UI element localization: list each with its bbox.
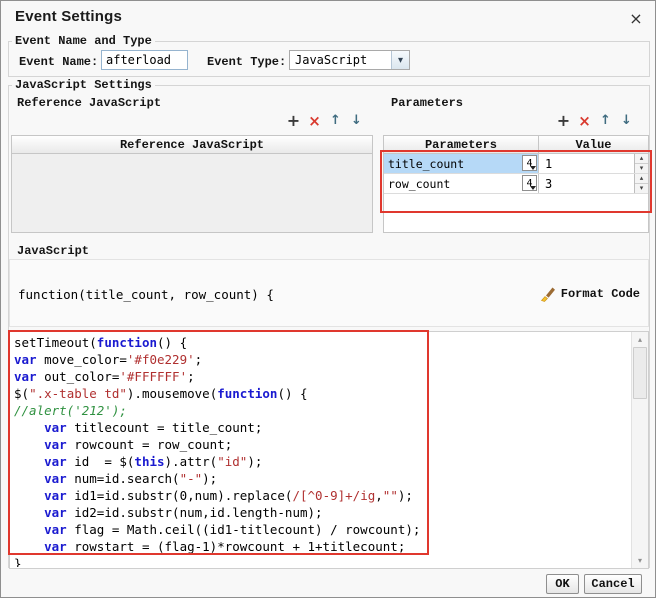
- parameters-table-body: title_count 4 1 ▴ ▾ row_count 4 3 ▴ ▾: [384, 154, 648, 194]
- parameters-column-header: Parameters: [384, 136, 539, 153]
- function-signature-panel: function(title_count, row_count) { Forma…: [9, 259, 649, 327]
- scroll-up-icon[interactable]: ▴: [632, 332, 648, 347]
- reference-table-body[interactable]: [12, 154, 372, 232]
- format-code-label: Format Code: [560, 287, 640, 301]
- event-name-value: afterload: [106, 53, 172, 67]
- vertical-scrollbar[interactable]: ▴ ▾: [631, 332, 648, 568]
- value-column-header: Value: [539, 136, 648, 153]
- move-down-icon[interactable]: ↓: [616, 111, 637, 130]
- scroll-down-icon[interactable]: ▾: [632, 553, 648, 568]
- event-group-label: Event Name and Type: [12, 34, 155, 48]
- spinner-up-icon[interactable]: ▴: [635, 174, 648, 184]
- event-settings-dialog: Event Settings × Event Name and Type Eve…: [0, 0, 656, 598]
- code-line: var num=id.search("-");: [44, 471, 218, 486]
- event-name-label: Event Name:: [19, 55, 99, 69]
- move-up-icon[interactable]: ↑: [325, 111, 346, 130]
- code-line: var id1=id.substr(0,num).replace(/[^0-9]…: [44, 488, 413, 503]
- reference-javascript-table: Reference JavaScript: [11, 135, 373, 233]
- parameter-value: 1: [545, 156, 553, 171]
- spinner-down-icon[interactable]: ▾: [635, 164, 648, 173]
- reference-toolbar: + × ↑ ↓: [283, 111, 367, 130]
- dialog-title: Event Settings: [15, 8, 122, 25]
- code-line: var out_color='#FFFFFF';: [14, 369, 195, 384]
- move-up-icon[interactable]: ↑: [595, 111, 616, 130]
- parameter-value-cell[interactable]: 3 ▴ ▾: [539, 174, 648, 193]
- code-line: var rowcount = row_count;: [44, 437, 233, 452]
- parameter-value: 3: [545, 176, 553, 191]
- code-line: var rowstart = (flag-1)*rowcount + 1+tit…: [44, 539, 406, 554]
- code-line: var id2=id.substr(num,id.length-num);: [44, 505, 323, 520]
- parameter-name: row_count: [388, 176, 451, 191]
- code-editor-content[interactable]: setTimeout(function() { var move_color='#…: [14, 334, 630, 567]
- reference-javascript-label: Reference JavaScript: [17, 96, 162, 110]
- parameter-name: title_count: [388, 156, 465, 171]
- code-line: $(".x-table td").mousemove(function() {: [14, 386, 308, 401]
- code-line: var move_color='#f0e229';: [14, 352, 203, 367]
- reference-table-header: Reference JavaScript: [12, 136, 372, 154]
- event-type-select[interactable]: JavaScript ▾: [289, 50, 410, 70]
- parameters-table-header-row: Parameters Value: [384, 136, 648, 154]
- javascript-settings-group-label: JavaScript Settings: [12, 78, 155, 92]
- value-spinner[interactable]: ▴ ▾: [634, 174, 648, 193]
- parameters-table: Parameters Value title_count 4 1 ▴ ▾ row_coun…: [383, 135, 649, 233]
- code-editor[interactable]: setTimeout(function() { var move_color='#…: [9, 331, 649, 569]
- delete-icon[interactable]: ×: [304, 111, 325, 130]
- scrollbar-thumb[interactable]: [633, 347, 647, 399]
- chevron-down-icon: [530, 186, 536, 190]
- move-down-icon[interactable]: ↓: [346, 111, 367, 130]
- parameter-name-cell[interactable]: title_count 4: [384, 154, 539, 173]
- function-signature: function(title_count, row_count) {: [18, 287, 274, 302]
- code-line: var id = $(this).attr("id");: [44, 454, 263, 469]
- code-line: var titlecount = title_count;: [44, 420, 263, 435]
- code-line: }: [14, 556, 22, 567]
- add-icon[interactable]: +: [553, 111, 574, 130]
- add-icon[interactable]: +: [283, 111, 304, 130]
- format-code-button[interactable]: Format Code: [536, 282, 644, 306]
- parameter-row[interactable]: title_count 4 1 ▴ ▾: [384, 154, 648, 174]
- parameters-label: Parameters: [391, 96, 464, 110]
- cancel-button[interactable]: Cancel: [584, 574, 642, 594]
- event-name-input[interactable]: afterload: [101, 50, 188, 70]
- javascript-label: JavaScript: [17, 244, 90, 258]
- code-line: var flag = Math.ceil((id1-titlecount) / …: [44, 522, 421, 537]
- event-type-value: JavaScript: [295, 53, 368, 67]
- delete-icon[interactable]: ×: [574, 111, 595, 130]
- chevron-down-icon[interactable]: ▾: [391, 51, 409, 69]
- paintbrush-icon: [540, 287, 555, 302]
- chevron-down-icon: [530, 166, 536, 170]
- close-icon[interactable]: ×: [623, 5, 649, 31]
- spinner-up-icon[interactable]: ▴: [635, 154, 648, 164]
- spinner-down-icon[interactable]: ▾: [635, 184, 648, 193]
- ok-button[interactable]: OK: [546, 574, 579, 594]
- parameter-row[interactable]: row_count 4 3 ▴ ▾: [384, 174, 648, 194]
- parameter-value-cell[interactable]: 1 ▴ ▾: [539, 154, 648, 173]
- value-spinner[interactable]: ▴ ▾: [634, 154, 648, 173]
- code-line: //alert('212');: [14, 403, 127, 418]
- parameter-name-cell[interactable]: row_count 4: [384, 174, 539, 193]
- event-type-label: Event Type:: [207, 55, 287, 69]
- parameter-type-dropdown[interactable]: 4: [522, 155, 537, 171]
- code-line: setTimeout(function() {: [14, 335, 188, 350]
- parameter-type-dropdown[interactable]: 4: [522, 175, 537, 191]
- parameters-toolbar: + × ↑ ↓: [553, 111, 637, 130]
